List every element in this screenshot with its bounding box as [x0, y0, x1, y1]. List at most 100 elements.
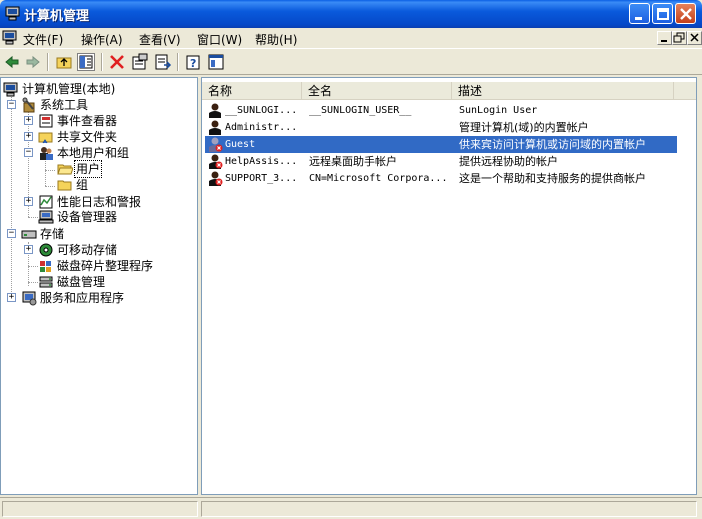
tree-item-removable-storage[interactable]: 可移动存储 [38, 242, 118, 258]
shared-folder-icon [38, 132, 53, 144]
expand-toggle[interactable]: + [24, 132, 33, 141]
tree-item-computer-management[interactable]: 计算机管理(本地) [3, 81, 116, 97]
menu-help[interactable]: 帮助(H) [255, 31, 297, 48]
close-button[interactable] [675, 3, 696, 24]
tree-item-label: 用户 [73, 160, 103, 178]
collapse-toggle[interactable]: − [7, 229, 16, 238]
tree-item-services-apps[interactable]: 服务和应用程序 [21, 290, 125, 306]
collapse-toggle[interactable]: − [7, 100, 16, 109]
maximize-button[interactable] [652, 3, 673, 24]
minimize-icon [635, 17, 642, 20]
maximize-icon [657, 8, 669, 20]
expand-toggle[interactable]: + [24, 245, 33, 254]
expand-toggle[interactable]: + [24, 116, 33, 125]
column-header-name[interactable]: 名称 [202, 82, 302, 100]
console-icon[interactable] [2, 30, 18, 45]
tree-item-storage[interactable]: 存储 [21, 226, 65, 242]
console-pane-icon [208, 54, 224, 70]
forward-arrow-icon [26, 55, 40, 69]
tree-item-groups[interactable]: 组 [57, 177, 89, 193]
row-description: SunLogin User [459, 105, 538, 116]
event-viewer-icon [39, 114, 53, 128]
help-button[interactable]: ? [185, 53, 203, 71]
tree-item-local-users-groups[interactable]: 本地用户和组 [38, 145, 130, 161]
up-level-button[interactable] [55, 53, 73, 71]
console-tree[interactable]: 计算机管理(本地) − 系统工具 + 事件查看器 + 共享文件夹 − 本地用户和… [0, 77, 198, 495]
forward-button[interactable] [24, 53, 42, 71]
status-cell [2, 501, 198, 517]
row-fullname: __SUNLOGIN_USER__ [309, 105, 412, 116]
export-list-button[interactable] [154, 53, 172, 71]
expand-toggle[interactable]: + [24, 197, 33, 206]
menu-bar: 文件(F) 操作(A) 查看(V) 窗口(W) 帮助(H) [0, 28, 702, 48]
child-close-button[interactable] [687, 31, 702, 45]
delete-button[interactable] [108, 53, 126, 71]
row-description: 提供远程协助的帐户 [459, 155, 558, 168]
svg-text:?: ? [190, 57, 196, 70]
tree-item-label: 设备管理器 [57, 210, 118, 224]
tree-item-label: 性能日志和警报 [57, 195, 142, 209]
collapse-toggle[interactable]: − [24, 148, 33, 157]
tree-item-label: 事件查看器 [57, 114, 118, 128]
table-row[interactable]: HelpAssis... 远程桌面助手帐户 提供远程协助的帐户 [205, 153, 677, 170]
folder-open-icon [57, 164, 73, 175]
properties-button[interactable] [131, 53, 149, 71]
row-description: 供来宾访问计算机或访问域的内置帐户 [459, 138, 646, 151]
minimize-icon [661, 40, 667, 42]
show-hide-tree-button[interactable] [77, 53, 95, 71]
disabled-user-icon [209, 171, 223, 186]
column-header-fullname[interactable]: 全名 [302, 82, 452, 100]
table-row[interactable]: __SUNLOGI... __SUNLOGIN_USER__ SunLogin … [205, 102, 677, 119]
child-restore-button[interactable] [672, 31, 687, 45]
user-icon [209, 103, 221, 118]
tree-item-device-manager[interactable]: 设备管理器 [38, 209, 118, 225]
tree-item-label: 磁盘管理 [57, 275, 106, 289]
tree-line [45, 158, 46, 186]
menu-file[interactable]: 文件(F) [23, 31, 63, 48]
close-icon [690, 33, 699, 42]
tree-item-label: 磁盘碎片整理程序 [57, 259, 154, 273]
tree-item-performance-logs[interactable]: 性能日志和警报 [38, 194, 142, 210]
table-row[interactable]: Guest 供来宾访问计算机或访问域的内置帐户 [205, 136, 677, 153]
column-header-description[interactable]: 描述 [452, 82, 674, 100]
row-name: HelpAssis... [225, 156, 298, 167]
list-header: 名称 全名 描述 [202, 82, 696, 100]
title-bar[interactable]: 计算机管理 [0, 0, 702, 28]
minimize-button[interactable] [629, 3, 650, 24]
row-fullname: 远程桌面助手帐户 [309, 155, 397, 168]
local-users-groups-icon [40, 147, 53, 160]
table-row[interactable]: SUPPORT_3... CN=Microsoft Corpora... 这是一… [205, 170, 677, 187]
menu-action[interactable]: 操作(A) [81, 31, 123, 48]
storage-icon [21, 230, 37, 239]
tree-item-defrag[interactable]: 磁盘碎片整理程序 [38, 258, 154, 274]
row-name: SUPPORT_3... [225, 173, 298, 184]
up-folder-icon [56, 57, 72, 69]
users-list-view[interactable]: 名称 全名 描述 __SUNLOGI... __SUNLOGIN_USER__ … [201, 77, 697, 495]
device-manager-icon [38, 210, 54, 224]
row-name: Guest [225, 139, 256, 150]
tree-item-shared-folders[interactable]: 共享文件夹 [38, 129, 118, 145]
toolbar-separator [101, 53, 103, 71]
tree-line [11, 94, 12, 292]
tree-line [45, 170, 55, 171]
tree-item-system-tools[interactable]: 系统工具 [21, 97, 89, 113]
expand-toggle[interactable]: + [7, 293, 16, 302]
tree-item-label: 系统工具 [40, 98, 89, 112]
table-row[interactable]: Administr... 管理计算机(域)的内置帐户 [205, 119, 677, 136]
export-list-icon [155, 54, 172, 70]
back-button[interactable] [3, 53, 21, 71]
tree-item-users[interactable]: 用户 [57, 160, 103, 178]
row-name: __SUNLOGI... [225, 105, 298, 116]
child-minimize-button[interactable] [657, 31, 672, 45]
tree-item-disk-management[interactable]: 磁盘管理 [38, 274, 106, 290]
show-hide-tree-icon [79, 55, 93, 69]
tree-item-event-viewer[interactable]: 事件查看器 [38, 113, 118, 129]
menu-view[interactable]: 查看(V) [139, 31, 181, 48]
computer-management-icon [3, 82, 18, 97]
properties-icon [132, 53, 148, 70]
close-icon [680, 8, 692, 20]
tree-line [28, 282, 38, 283]
row-name: Administr... [225, 122, 298, 133]
menu-window[interactable]: 窗口(W) [197, 31, 242, 48]
console-pane-button[interactable] [207, 53, 225, 71]
